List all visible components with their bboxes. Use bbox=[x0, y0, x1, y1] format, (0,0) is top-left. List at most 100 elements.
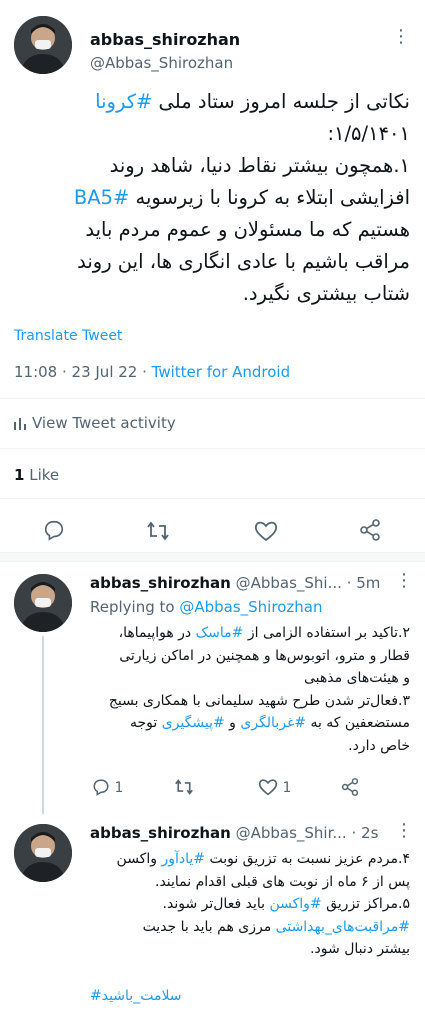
reply-icon bbox=[92, 778, 110, 796]
reply-icon[interactable] bbox=[43, 519, 65, 541]
more-icon[interactable]: ⋮ bbox=[392, 26, 410, 47]
replying-to: Replying to @Abbas_Shirozhan bbox=[90, 598, 322, 616]
reply-action[interactable]: 1 bbox=[92, 778, 123, 796]
tweet-meta: 11:08 · 23 Jul 22 · Twitter for Android bbox=[14, 363, 290, 381]
text-line: خاص دارد. bbox=[88, 735, 410, 758]
handle[interactable]: @Abbas_Shi... bbox=[236, 574, 342, 592]
text-line: ۵.مراکز تزریق #واکسن باید فعال‌تر شوند. bbox=[88, 893, 410, 916]
like-action[interactable]: 1 bbox=[258, 778, 291, 796]
display-name[interactable]: abbas_shirozhan bbox=[90, 574, 231, 592]
text-line: ۲.تاکید بر استفاده الزامی از #ماسک در هو… bbox=[88, 622, 410, 645]
divider bbox=[0, 498, 425, 499]
text-span: ۲.تاکید بر استفاده الزامی از bbox=[243, 625, 410, 641]
text-span: و bbox=[224, 715, 241, 731]
text-span: ۱.همچون بیشتر نقاط دنیا، شاهد روند bbox=[109, 154, 410, 177]
text-span: بیشتر دنبال شود. bbox=[310, 941, 410, 957]
retweet-icon[interactable] bbox=[174, 778, 194, 796]
closing-hashtag[interactable]: #سلامت_باشید bbox=[90, 988, 182, 1004]
text-line: مراقب باشیم با عادی انگاری ها، این روند bbox=[14, 246, 410, 278]
text-line: شتاب بیشتری نگیرد. bbox=[14, 278, 410, 310]
translate-tweet-link[interactable]: Translate Tweet bbox=[14, 328, 122, 344]
like-icon bbox=[258, 778, 278, 796]
text-span: باید فعال‌تر شوند. bbox=[162, 896, 270, 912]
text-span: ۴.مردم عزیز نسبت به تزریق نوبت bbox=[205, 851, 410, 867]
tweet-text: نکاتی از جلسه امروز ستاد ملی #کرونا ۱/۵/۱… bbox=[14, 86, 410, 310]
likes-label: Like bbox=[24, 466, 60, 484]
text-line: ۱.همچون بیشتر نقاط دنیا، شاهد روند bbox=[14, 150, 410, 182]
text-span: مرزی هم باید با جدیت bbox=[142, 918, 276, 935]
text-span: در هواپیماها، bbox=[118, 625, 196, 641]
text-line: ۱/۵/۱۴۰۱: bbox=[14, 118, 410, 150]
replying-prefix: Replying to bbox=[90, 598, 180, 616]
source-link[interactable]: Twitter for Android bbox=[152, 363, 290, 381]
reply-age: · 5m bbox=[346, 574, 381, 592]
share-icon[interactable] bbox=[341, 778, 359, 796]
text-span: افزایشی ابتلاء به کرونا با زیرسویه bbox=[129, 186, 410, 209]
hashtag-link[interactable]: #یادآور bbox=[161, 851, 205, 867]
text-span: مراقب باشیم با عادی انگاری ها، این روند bbox=[77, 250, 410, 273]
text-span: و هیئت‌های مذهبی bbox=[304, 670, 410, 686]
text-line: نکاتی از جلسه امروز ستاد ملی #کرونا bbox=[14, 86, 410, 118]
hashtag-link[interactable]: #BA5 bbox=[74, 186, 129, 209]
text-span: ۵.مراکز تزریق bbox=[321, 896, 410, 912]
more-icon[interactable]: ⋮ bbox=[395, 820, 413, 841]
divider bbox=[0, 448, 425, 449]
display-name[interactable]: abbas_shirozhan bbox=[90, 30, 240, 49]
replying-to-link[interactable]: @Abbas_Shirozhan bbox=[179, 598, 322, 616]
more-icon[interactable]: ⋮ bbox=[395, 570, 413, 591]
display-name[interactable]: abbas_shirozhan bbox=[90, 824, 231, 842]
text-span: ۱/۵/۱۴۰۱: bbox=[327, 122, 410, 145]
text-span: توجه bbox=[129, 715, 162, 731]
avatar[interactable] bbox=[14, 824, 72, 882]
avatar-image bbox=[14, 16, 72, 74]
reply-header: abbas_shirozhan @Abbas_Shi... · 5m bbox=[90, 574, 380, 592]
text-line: و هیئت‌های مذهبی bbox=[88, 667, 410, 690]
like-count: 1 bbox=[282, 780, 292, 796]
reply-age: · 2s bbox=[351, 824, 379, 842]
text-line: قطار و مترو، اتوبوس‌ها و همچنین در اماکن… bbox=[88, 645, 410, 668]
text-span: پس از ۶ ماه از نوبت های قبلی اقدام نماین… bbox=[155, 873, 410, 890]
text-line: بیشتر دنبال شود. bbox=[88, 938, 410, 961]
text-span: هستیم که ما مسئولان و عموم مردم باید bbox=[85, 218, 410, 241]
handle[interactable]: @Abbas_Shirozhan bbox=[90, 54, 233, 72]
text-span: نکاتی از جلسه امروز ستاد ملی bbox=[152, 90, 410, 113]
view-activity-button[interactable]: View Tweet activity bbox=[14, 414, 176, 432]
hashtag-link[interactable]: #پیشگیری bbox=[162, 715, 225, 731]
avatar-image bbox=[14, 574, 72, 632]
reply-text: ۲.تاکید بر استفاده الزامی از #ماسک در هو… bbox=[88, 622, 410, 757]
share-icon[interactable] bbox=[359, 519, 381, 541]
hashtag-link[interactable]: #کرونا bbox=[95, 90, 152, 113]
hashtag-link[interactable]: #مراقبت‌های_بهداشتی bbox=[276, 919, 410, 935]
text-line: مستضعفین که به #غربالگری و #پیشگیری توجه bbox=[88, 712, 410, 735]
hashtag-link[interactable]: #ماسک bbox=[196, 625, 244, 641]
thread-line bbox=[42, 636, 44, 814]
text-line: هستیم که ما مسئولان و عموم مردم باید bbox=[14, 214, 410, 246]
reply-count: 1 bbox=[114, 780, 124, 796]
activity-label: View Tweet activity bbox=[32, 414, 176, 432]
section-divider bbox=[0, 552, 425, 562]
handle[interactable]: @Abbas_Shir... bbox=[236, 824, 347, 842]
text-span: واکسن bbox=[116, 851, 162, 867]
retweet-icon[interactable] bbox=[146, 520, 170, 542]
likes-count: 1 bbox=[14, 466, 25, 484]
activity-icon bbox=[14, 416, 26, 430]
hashtag-link[interactable]: #واکسن bbox=[269, 896, 321, 912]
hashtag-link[interactable]: #غربالگری bbox=[240, 715, 306, 731]
avatar[interactable] bbox=[14, 574, 72, 632]
like-icon[interactable] bbox=[254, 520, 278, 542]
text-span: مستضعفین که به bbox=[306, 715, 410, 731]
text-span: قطار و مترو، اتوبوس‌ها و همچنین در اماکن… bbox=[119, 647, 410, 664]
text-line: ۳.فعال‌تر شدن طرح شهید سلیمانی با همکاری… bbox=[88, 690, 410, 713]
likes-stat[interactable]: 1 Like bbox=[14, 466, 59, 484]
text-line: ۴.مردم عزیز نسبت به تزریق نوبت #یادآور و… bbox=[88, 848, 410, 871]
reply-header: abbas_shirozhan @Abbas_Shir... · 2s bbox=[90, 824, 378, 842]
text-line: افزایشی ابتلاء به کرونا با زیرسویه #BA5 bbox=[14, 182, 410, 214]
divider bbox=[0, 398, 425, 399]
avatar-image bbox=[14, 824, 72, 882]
text-line: پس از ۶ ماه از نوبت های قبلی اقدام نماین… bbox=[88, 871, 410, 894]
text-span: شتاب بیشتری نگیرد. bbox=[242, 282, 410, 305]
reply-text: ۴.مردم عزیز نسبت به تزریق نوبت #یادآور و… bbox=[88, 848, 410, 961]
text-line: #مراقبت‌های_بهداشتی مرزی هم باید با جدیت bbox=[88, 916, 410, 939]
avatar[interactable] bbox=[14, 16, 72, 74]
timestamp: 11:08 · 23 Jul 22 · bbox=[14, 363, 152, 381]
